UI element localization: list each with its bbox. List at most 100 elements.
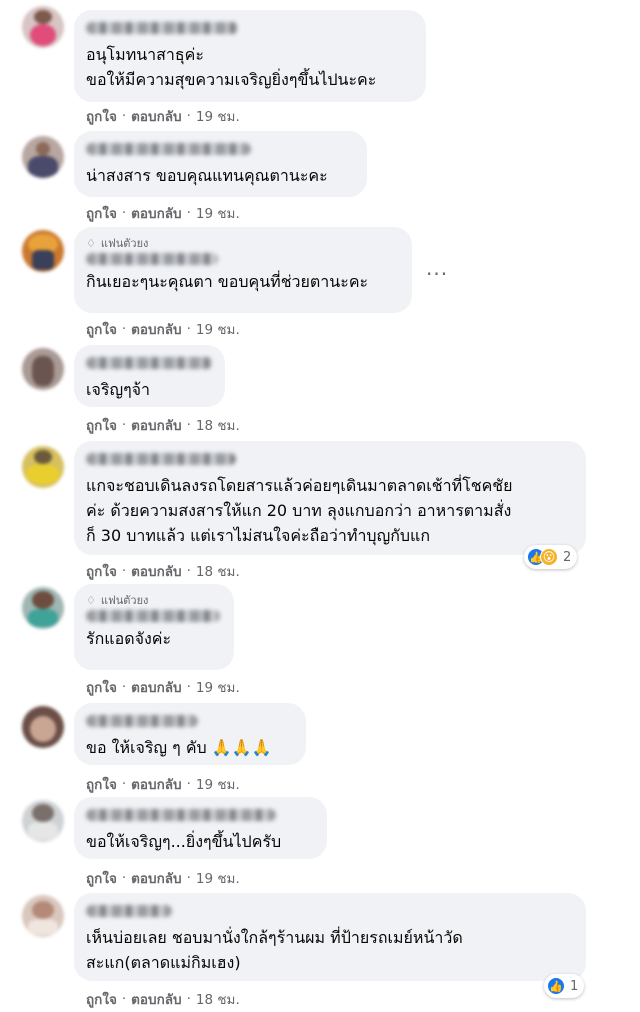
comment-timestamp[interactable]: 18 ชม.	[196, 988, 240, 1010]
separator-dot: ·	[121, 563, 127, 579]
comment-actions: ถูกใจ · ตอบกลับ · 19 ชม.	[86, 318, 240, 340]
comment-text: แกจะชอบเดินลงรถโดยสารแล้วค่อยๆเดินมาตลาด…	[86, 476, 513, 545]
comment-bubble: เห็นบ่อยเลย ชอบมานั่งใกล้ๆร้านผม ที่ป้าย…	[74, 893, 586, 981]
comment-bubble: ขอ ให้เจริญ ๆ คับ 🙏🙏🙏	[74, 703, 306, 765]
avatar[interactable]	[22, 895, 64, 937]
avatar[interactable]	[22, 230, 64, 272]
comment-timestamp[interactable]: 18 ชม.	[196, 414, 240, 436]
separator-dot: ·	[121, 321, 127, 337]
comment-actions: ถูกใจ · ตอบกลับ · 19 ชม.	[86, 202, 240, 224]
diamond-icon: ♢	[86, 236, 96, 250]
comment-timestamp[interactable]: 19 ชม.	[196, 867, 240, 889]
reply-link[interactable]: ตอบกลับ	[131, 676, 181, 698]
separator-dot: ·	[186, 870, 191, 886]
comment-timestamp[interactable]: 19 ชม.	[196, 773, 240, 795]
reply-link[interactable]: ตอบกลับ	[131, 318, 181, 340]
like-link[interactable]: ถูกใจ	[86, 414, 117, 436]
comment-timestamp[interactable]: 18 ชม.	[196, 560, 240, 582]
reply-link[interactable]: ตอบกลับ	[131, 560, 181, 582]
reaction-count: 1	[570, 978, 579, 994]
like-link[interactable]: ถูกใจ	[86, 318, 117, 340]
top-fan-badge: ♢ แฟนตัวยง	[86, 592, 222, 608]
commenter-name[interactable]	[86, 715, 198, 727]
avatar[interactable]	[22, 706, 64, 748]
commenter-name[interactable]	[86, 610, 220, 622]
commenter-name[interactable]	[86, 357, 212, 369]
like-link[interactable]: ถูกใจ	[86, 202, 117, 224]
separator-dot: ·	[186, 205, 191, 221]
commenter-name[interactable]	[86, 809, 276, 821]
reply-link[interactable]: ตอบกลับ	[131, 988, 181, 1010]
top-fan-label: แฟนตัวยง	[100, 237, 149, 250]
wow-icon: 😮	[540, 548, 558, 566]
commenter-name[interactable]	[86, 253, 218, 265]
comment-actions: ถูกใจ · ตอบกลับ · 18 ชม.	[86, 414, 240, 436]
reaction-count: 2	[563, 549, 572, 565]
avatar[interactable]	[22, 6, 64, 48]
comment-bubble: ขอให้เจริญๆ...ยิ่งๆขึ้นไปครับ	[74, 797, 327, 859]
separator-dot: ·	[186, 991, 191, 1007]
separator-dot: ·	[121, 417, 127, 433]
avatar[interactable]	[22, 446, 64, 488]
separator-dot: ·	[186, 563, 191, 579]
comment-timestamp[interactable]: 19 ชม.	[196, 105, 240, 127]
like-link[interactable]: ถูกใจ	[86, 773, 117, 795]
separator-dot: ·	[186, 679, 191, 695]
comment-text: เห็นบ่อยเลย ชอบมานั่งใกล้ๆร้านผม ที่ป้าย…	[86, 928, 463, 972]
reaction-summary[interactable]: 👍 1	[544, 974, 585, 998]
reply-link[interactable]: ตอบกลับ	[131, 202, 181, 224]
avatar[interactable]	[22, 348, 64, 390]
comment-bubble: น่าสงสาร ขอบคุณแทนคุณตานะคะ	[74, 131, 367, 197]
avatar[interactable]	[22, 587, 64, 629]
top-fan-badge: ♢ แฟนตัวยง	[86, 235, 400, 251]
separator-dot: ·	[186, 776, 191, 792]
comment-text: เจริญๆจ้า	[86, 380, 151, 399]
reply-link[interactable]: ตอบกลับ	[131, 105, 181, 127]
comment-text: อนุโมทนาสาธุค่ะ ขอให้มีความสุขความเจริญย…	[86, 45, 377, 89]
more-options-icon[interactable]: ...	[426, 256, 448, 280]
like-link[interactable]: ถูกใจ	[86, 867, 117, 889]
comment-timestamp[interactable]: 19 ชม.	[196, 202, 240, 224]
comment-actions: ถูกใจ · ตอบกลับ · 18 ชม.	[86, 560, 240, 582]
comment-bubble: อนุโมทนาสาธุค่ะ ขอให้มีความสุขความเจริญย…	[74, 10, 426, 102]
avatar[interactable]	[22, 800, 64, 842]
comment-actions: ถูกใจ · ตอบกลับ · 19 ชม.	[86, 105, 240, 127]
separator-dot: ·	[121, 776, 127, 792]
diamond-icon: ♢	[86, 593, 96, 607]
comment-bubble: แกจะชอบเดินลงรถโดยสารแล้วค่อยๆเดินมาตลาด…	[74, 441, 586, 555]
comment-actions: ถูกใจ · ตอบกลับ · 19 ชม.	[86, 773, 240, 795]
like-icon: 👍	[547, 977, 565, 995]
like-link[interactable]: ถูกใจ	[86, 988, 117, 1010]
commenter-name[interactable]	[86, 905, 172, 917]
comment-text: ขอให้เจริญๆ...ยิ่งๆขึ้นไปครับ	[86, 832, 282, 851]
commenter-name[interactable]	[86, 22, 238, 34]
commenter-name[interactable]	[86, 143, 251, 155]
commenter-name[interactable]	[86, 453, 236, 465]
comment-actions: ถูกใจ · ตอบกลับ · 19 ชม.	[86, 867, 240, 889]
comment-bubble: ♢ แฟนตัวยง รักแอดจังค่ะ	[74, 584, 234, 670]
separator-dot: ·	[121, 679, 127, 695]
comment-timestamp[interactable]: 19 ชม.	[196, 676, 240, 698]
comment-text: รักแอดจังค่ะ	[86, 629, 172, 648]
comment-bubble: ♢ แฟนตัวยง กินเยอะๆนะคุณตา ขอบคุนที่ช่วย…	[74, 227, 412, 313]
separator-dot: ·	[121, 870, 127, 886]
avatar[interactable]	[22, 136, 64, 178]
like-link[interactable]: ถูกใจ	[86, 676, 117, 698]
reply-link[interactable]: ตอบกลับ	[131, 773, 181, 795]
comment-text: น่าสงสาร ขอบคุณแทนคุณตานะคะ	[86, 166, 328, 185]
like-link[interactable]: ถูกใจ	[86, 105, 117, 127]
separator-dot: ·	[186, 417, 191, 433]
separator-dot: ·	[121, 108, 127, 124]
reply-link[interactable]: ตอบกลับ	[131, 414, 181, 436]
comment-actions: ถูกใจ · ตอบกลับ · 18 ชม.	[86, 988, 240, 1010]
comment-actions: ถูกใจ · ตอบกลับ · 19 ชม.	[86, 676, 240, 698]
reply-link[interactable]: ตอบกลับ	[131, 867, 181, 889]
reaction-summary[interactable]: 👍 😮 2	[524, 545, 578, 569]
separator-dot: ·	[186, 108, 191, 124]
top-fan-label: แฟนตัวยง	[100, 594, 149, 607]
like-link[interactable]: ถูกใจ	[86, 560, 117, 582]
comment-text: กินเยอะๆนะคุณตา ขอบคุนที่ช่วยตานะคะ	[86, 272, 369, 291]
separator-dot: ·	[121, 205, 127, 221]
comment-bubble: เจริญๆจ้า	[74, 345, 225, 407]
comment-timestamp[interactable]: 19 ชม.	[196, 318, 240, 340]
